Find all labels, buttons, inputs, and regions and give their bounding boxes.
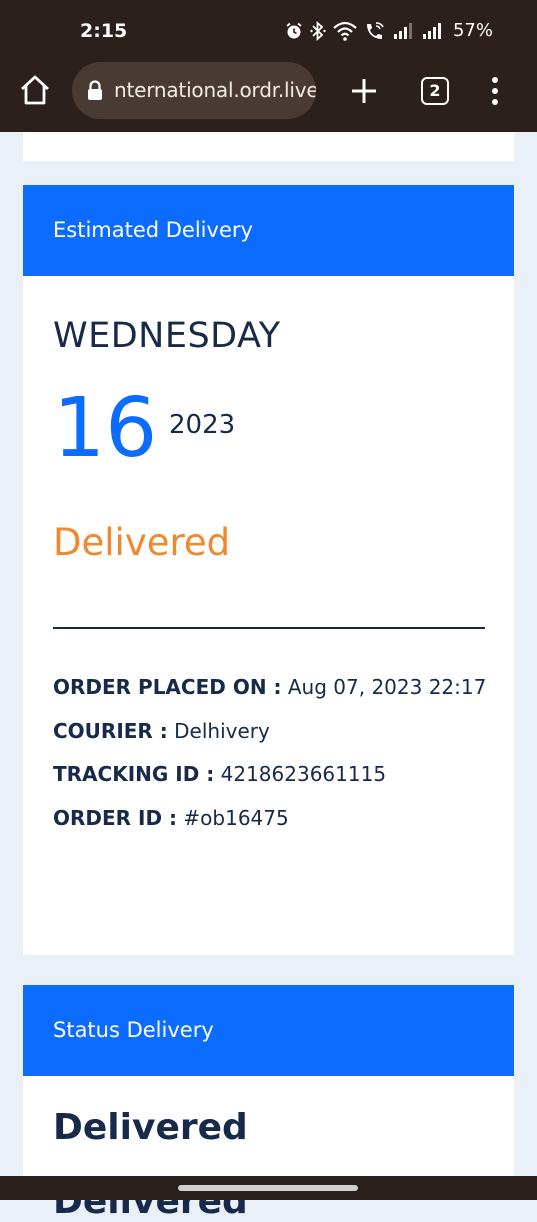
courier-value: Delhivery <box>174 718 270 743</box>
home-button[interactable] <box>18 73 52 107</box>
home-icon <box>21 75 49 105</box>
delivery-status: Delivered <box>53 521 231 564</box>
wifi-calling-icon <box>366 21 384 39</box>
order-details: ORDER PLACED ON : Aug 07, 2023 22:17 COU… <box>53 675 486 849</box>
bluetooth-icon <box>310 20 326 41</box>
order-placed-row: ORDER PLACED ON : Aug 07, 2023 22:17 <box>53 675 486 719</box>
delivery-weekday: WEDNESDAY <box>53 316 281 356</box>
signal-icon <box>422 22 441 39</box>
wifi-icon <box>333 21 357 41</box>
tracking-id-value: 4218623661115 <box>220 762 387 786</box>
estimated-delivery-header: Estimated Delivery <box>23 185 514 276</box>
status-time: 2:15 <box>80 20 128 42</box>
order-placed-value: Aug 07, 2023 22:17 <box>287 675 487 699</box>
more-vert-icon <box>492 77 498 105</box>
delivery-year: 2023 <box>169 410 236 440</box>
status-delivery-header: Status Delivery <box>23 985 514 1076</box>
courier-label: COURIER : <box>53 718 168 743</box>
delivery-day: 16 <box>53 381 158 476</box>
status-delivery-card: Status Delivery Delivered Delivered <box>23 985 514 1222</box>
tracking-id-row: TRACKING ID : 4218623661115 <box>53 762 486 806</box>
order-id-value: #ob16475 <box>183 805 289 830</box>
tracking-id-label: TRACKING ID : <box>53 762 215 786</box>
order-id-label: ORDER ID : <box>53 805 178 830</box>
gesture-handle[interactable] <box>178 1185 358 1191</box>
lock-icon <box>88 80 102 100</box>
browser-toolbar: nternational.ordr.live 2 <box>0 60 537 122</box>
plus-icon <box>352 79 376 103</box>
address-bar[interactable]: nternational.ordr.live <box>72 62 316 119</box>
status-icons: 57% <box>285 20 493 41</box>
order-id-row: ORDER ID : #ob16475 <box>53 806 486 850</box>
browser-chrome: 2:15 57% nternational.ordr.live 2 <box>0 0 537 132</box>
previous-card <box>23 132 514 161</box>
tab-switcher-button[interactable]: 2 <box>421 77 449 105</box>
courier-row: COURIER : Delhivery <box>53 719 486 763</box>
order-placed-label: ORDER PLACED ON : <box>53 675 282 699</box>
status-bar: 2:15 57% <box>0 0 537 64</box>
more-menu-button[interactable] <box>484 76 506 106</box>
battery-level: 57% <box>452 20 493 41</box>
alarm-icon <box>286 22 302 38</box>
divider <box>53 627 485 629</box>
status-delivery-title: Delivered <box>53 1107 248 1148</box>
gesture-nav-bar <box>0 1176 537 1200</box>
new-tab-button[interactable] <box>348 75 380 107</box>
url-text: nternational.ordr.live <box>114 78 316 102</box>
signal-icon <box>393 22 412 39</box>
estimated-delivery-card: Estimated Delivery WEDNESDAY 16 2023 Del… <box>23 185 514 955</box>
